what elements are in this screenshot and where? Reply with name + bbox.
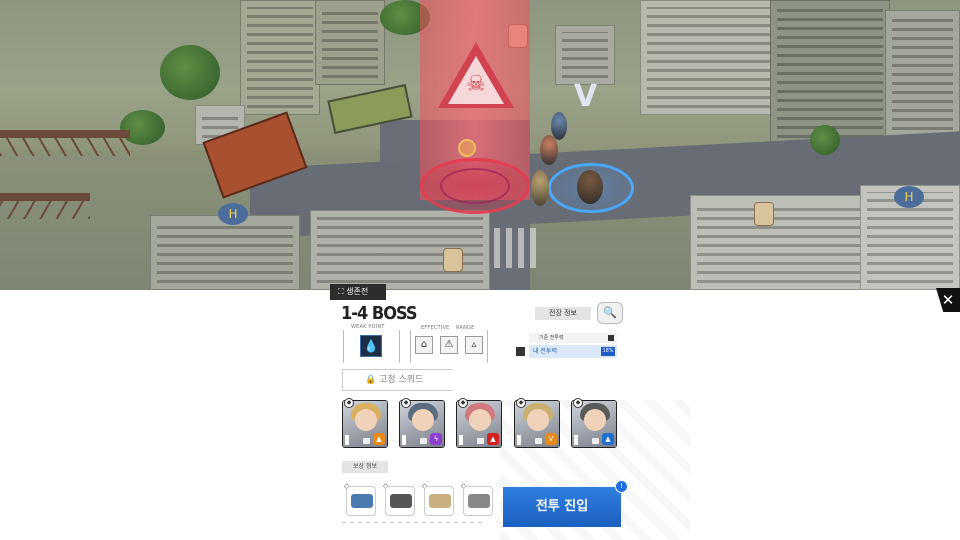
boss-target-inner-ring xyxy=(440,168,510,204)
water-icon: ▲ xyxy=(602,433,614,445)
tool-item[interactable] xyxy=(463,486,493,516)
lock-icon xyxy=(535,438,542,444)
role-icon: ◆ xyxy=(516,398,526,408)
burst-gauge xyxy=(402,435,406,445)
my-cp-value: 18% xyxy=(601,347,615,356)
area-tag-label: 생존전 xyxy=(346,287,369,296)
stage-title: 1-4 BOSS xyxy=(341,303,418,324)
role-icon: ◆ xyxy=(401,398,411,408)
burst-gauge xyxy=(574,435,578,445)
building xyxy=(770,0,890,145)
battery-item[interactable] xyxy=(346,486,376,516)
player-unit[interactable] xyxy=(577,170,603,204)
building xyxy=(555,25,615,85)
effective-weapon-icon-1[interactable]: ⌂ xyxy=(415,336,433,354)
role-icon: ◆ xyxy=(344,398,354,408)
player-unit[interactable] xyxy=(551,112,567,140)
tool-item-icon xyxy=(468,494,490,508)
supply-box-icon[interactable] xyxy=(443,248,463,272)
coin-icon xyxy=(458,139,476,157)
mask-item-icon xyxy=(429,494,451,508)
mask-item[interactable] xyxy=(424,486,454,516)
wind-icon: V xyxy=(545,433,557,445)
electric-icon: ϟ xyxy=(430,433,442,445)
area-tag: ⛶ 생존전 xyxy=(330,284,386,300)
notice-badge: ! xyxy=(615,480,628,493)
reward-divider xyxy=(342,522,482,523)
burst-gauge xyxy=(345,435,349,445)
character-face xyxy=(469,409,491,431)
battery-item-icon xyxy=(351,494,373,508)
lock-icon xyxy=(592,438,599,444)
supply-box-icon[interactable] xyxy=(754,202,774,226)
character-face xyxy=(412,409,434,431)
enter-battle-button[interactable]: 전투 진입 xyxy=(503,487,621,527)
lock-icon xyxy=(420,438,427,444)
lock-icon xyxy=(363,438,370,444)
helipad-icon: H xyxy=(218,203,248,225)
character-face xyxy=(584,409,606,431)
role-icon: ◆ xyxy=(573,398,583,408)
combat-info-tag: 전장 정보 xyxy=(535,307,591,320)
my-cp-row: 내 전투력 18% xyxy=(529,345,617,358)
reward-info-tag: 보상 정보 xyxy=(342,461,388,473)
search-icon[interactable]: 🔍 xyxy=(597,302,623,324)
role-icon: ◆ xyxy=(458,398,468,408)
goggles-item-icon xyxy=(390,494,412,508)
effective-weapon-icon-2[interactable]: ⚠ xyxy=(440,336,458,354)
tree xyxy=(810,125,840,155)
character-face xyxy=(527,409,549,431)
recommended-cp-row: 기준 전투력 xyxy=(529,333,617,343)
lock-icon xyxy=(477,438,484,444)
burst-gauge xyxy=(459,435,463,445)
building xyxy=(150,215,300,290)
fixed-squad-label: 고정 스쿼드 xyxy=(379,375,424,385)
building xyxy=(315,0,385,85)
range-icon[interactable]: ▵ xyxy=(465,336,483,354)
weak-point-element-icon[interactable]: 💧 xyxy=(360,335,382,357)
building xyxy=(690,195,880,290)
cp-icon xyxy=(608,335,614,341)
my-cp-icon xyxy=(516,347,525,356)
burst-gauge xyxy=(517,435,521,445)
goggles-item[interactable] xyxy=(385,486,415,516)
player-unit[interactable] xyxy=(540,135,558,165)
faction-v-icon: V xyxy=(574,79,598,114)
my-cp-label: 내 전투력 xyxy=(533,348,557,355)
fire-icon: ▲ xyxy=(487,433,499,445)
stage-map[interactable]: H H ☠ V xyxy=(0,0,960,290)
fire-icon: ▲ xyxy=(373,433,385,445)
helipad-icon: H xyxy=(894,186,924,208)
character-face xyxy=(355,409,377,431)
player-unit[interactable] xyxy=(531,170,549,206)
fixed-squad-button[interactable]: 🔒 고정 스쿼드 xyxy=(342,369,452,391)
skull-icon: ☠ xyxy=(466,72,486,97)
building xyxy=(240,0,320,115)
recommended-cp-label: 기준 전투력 xyxy=(539,335,564,341)
bridge xyxy=(0,125,130,245)
building xyxy=(640,0,780,115)
building xyxy=(310,210,490,290)
tree xyxy=(160,45,220,100)
